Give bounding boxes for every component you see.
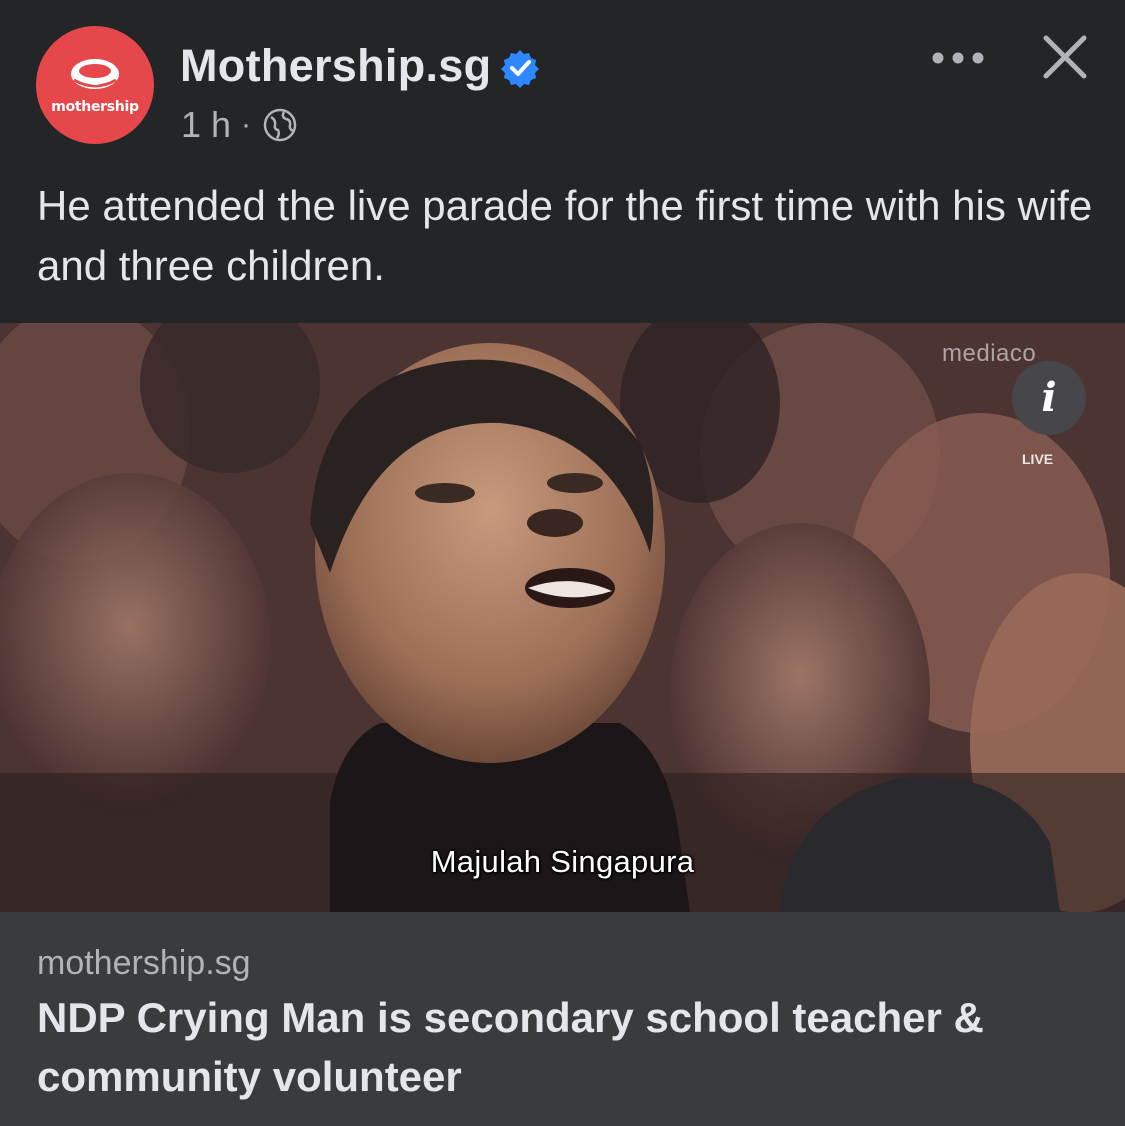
globe-icon — [263, 108, 297, 142]
mothership-logo-icon — [71, 59, 119, 89]
link-domain[interactable]: mothership.sg — [37, 944, 251, 983]
close-icon[interactable] — [1040, 32, 1090, 82]
crowd-photo-illustration — [0, 323, 1125, 912]
live-label: LIVE — [1022, 451, 1054, 467]
meta-separator: · — [241, 108, 252, 141]
post-time[interactable]: 1 h — [181, 104, 231, 146]
video-subtitle: Majulah Singapura — [430, 844, 695, 879]
post-caption: He attended the live parade for the firs… — [37, 182, 1093, 289]
link-title[interactable]: NDP Crying Man is secondary school teach… — [37, 988, 1097, 1106]
info-icon[interactable]: i — [1012, 361, 1086, 435]
avatar-label: mothership — [51, 99, 139, 115]
post-header: mothership Mothership.sg 1 h · — [0, 0, 1125, 160]
page-name[interactable]: Mothership.sg — [180, 40, 491, 92]
post-meta: 1 h · — [181, 104, 297, 146]
page-avatar[interactable]: mothership — [36, 26, 154, 144]
post-photo[interactable]: mediaco i LIVE Majulah Singapura — [0, 323, 1125, 912]
more-options-icon[interactable] — [928, 38, 988, 78]
verified-badge-icon — [501, 50, 539, 88]
broadcaster-watermark: mediaco — [942, 340, 1037, 367]
